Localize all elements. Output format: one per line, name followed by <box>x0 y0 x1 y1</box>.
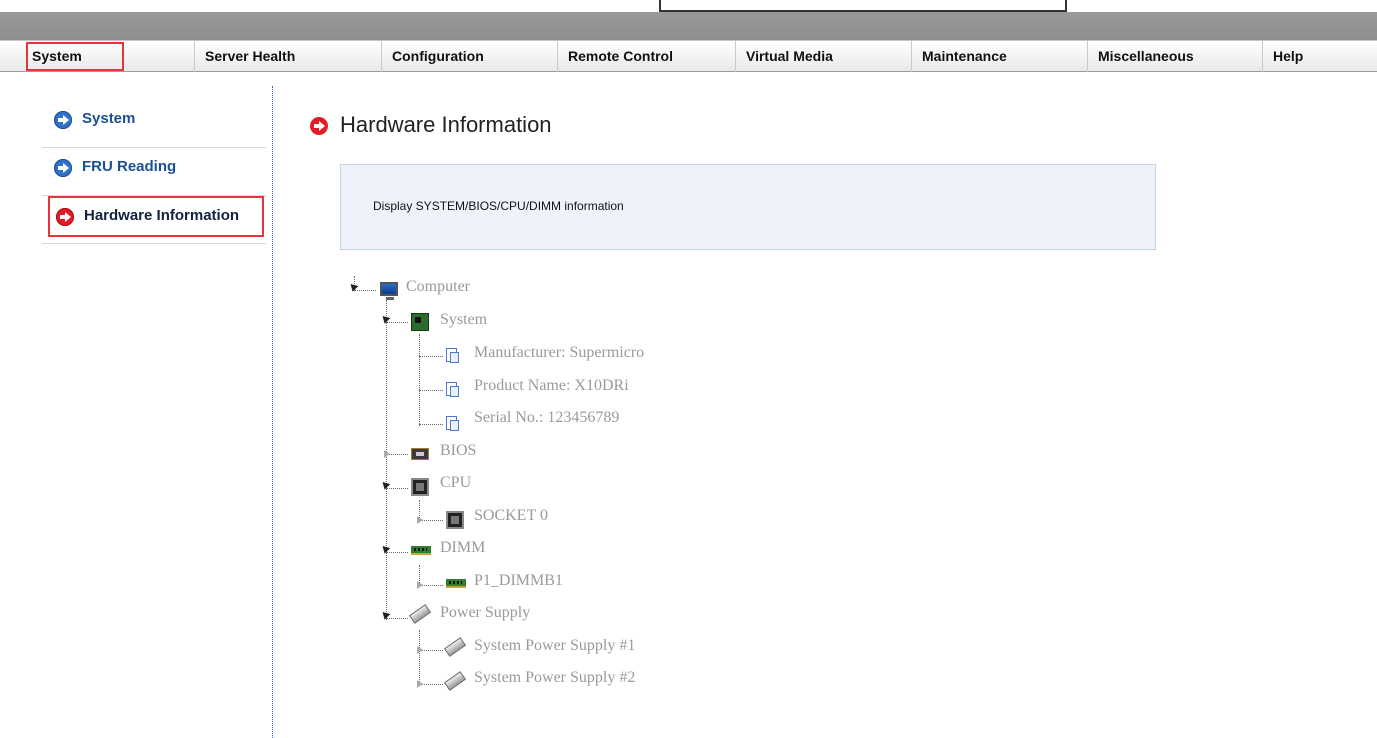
tree-node-product-name[interactable]: Product Name: X10DRi <box>474 375 629 397</box>
tree-node-p1-dimmb1[interactable]: P1_DIMMB1 <box>474 570 563 592</box>
tree-node-computer[interactable]: Computer <box>406 276 470 298</box>
tree-node-power-supply[interactable]: Power Supply <box>440 602 530 624</box>
top-banner-bracket <box>659 0 1067 12</box>
expand-toggle-icon[interactable] <box>417 646 423 654</box>
menu-server-health[interactable]: Server Health <box>194 41 374 72</box>
tree-node-cpu[interactable]: CPU <box>440 472 471 494</box>
memory-module-icon <box>446 579 466 588</box>
tree-line <box>386 618 408 619</box>
menu-maintenance[interactable]: Maintenance <box>911 41 1087 72</box>
description-text: Display SYSTEM/BIOS/CPU/DIMM information <box>373 199 624 213</box>
tree-line <box>419 390 443 391</box>
document-icon <box>446 382 459 397</box>
tree-node-serial-no[interactable]: Serial No.: 123456789 <box>474 407 619 429</box>
main-menu-bar: System Server Health Configuration Remot… <box>0 40 1377 72</box>
menu-remote-control-label: Remote Control <box>568 48 673 64</box>
menu-miscellaneous-label: Miscellaneous <box>1098 48 1194 64</box>
arrow-circle-blue-icon <box>54 111 72 129</box>
menu-configuration-label: Configuration <box>392 48 484 64</box>
sidebar-separator <box>272 86 273 738</box>
expand-toggle-icon[interactable] <box>384 450 390 458</box>
tree-node-socket-0[interactable]: SOCKET 0 <box>474 505 548 527</box>
expand-toggle-icon[interactable] <box>417 516 423 524</box>
sidebar-divider <box>42 243 266 244</box>
cpu-icon <box>446 511 464 529</box>
computer-icon <box>380 282 398 300</box>
tree-node-psu-1[interactable]: System Power Supply #1 <box>474 635 635 657</box>
tree-node-system[interactable]: System <box>440 309 487 331</box>
expand-toggle-icon[interactable] <box>417 680 423 688</box>
menu-maintenance-label: Maintenance <box>922 48 1007 64</box>
expand-toggle-icon[interactable] <box>417 581 423 589</box>
sidebar-item-fru-reading[interactable]: FRU Reading <box>42 148 266 196</box>
menu-configuration[interactable]: Configuration <box>381 41 553 72</box>
menu-remote-control[interactable]: Remote Control <box>557 41 733 72</box>
tree-node-manufacturer[interactable]: Manufacturer: Supermicro <box>474 342 644 364</box>
tree-line <box>419 630 420 684</box>
sidebar-item-label: Hardware Information <box>84 207 240 224</box>
memory-module-icon <box>411 546 431 555</box>
sidebar-item-label: FRU Reading <box>82 158 177 175</box>
power-supply-icon <box>408 604 432 624</box>
power-supply-icon <box>443 671 467 691</box>
page-title: Hardware Information <box>340 112 552 137</box>
tree-line <box>419 424 443 425</box>
menu-server-health-label: Server Health <box>205 48 296 64</box>
tree-node-psu-2[interactable]: System Power Supply #2 <box>474 667 635 689</box>
description-panel: Display SYSTEM/BIOS/CPU/DIMM information <box>340 164 1156 250</box>
menu-virtual-media-label: Virtual Media <box>746 48 833 64</box>
document-icon <box>446 348 459 363</box>
arrow-circle-blue-icon <box>54 159 72 177</box>
tree-line <box>386 300 387 620</box>
motherboard-icon <box>411 313 429 331</box>
tree-node-dimm[interactable]: DIMM <box>440 537 485 559</box>
menu-help[interactable]: Help <box>1262 41 1377 72</box>
tree-node-bios[interactable]: BIOS <box>440 440 476 462</box>
menu-system-highlight <box>26 42 124 71</box>
power-supply-icon <box>443 637 467 657</box>
sidebar-item-label: System <box>82 110 136 127</box>
tree-line <box>386 552 408 553</box>
tree-line <box>386 488 408 489</box>
document-icon <box>446 416 459 431</box>
menu-miscellaneous[interactable]: Miscellaneous <box>1087 41 1261 72</box>
menu-help-label: Help <box>1273 48 1304 64</box>
cpu-icon <box>411 478 429 496</box>
arrow-circle-red-icon <box>56 208 74 226</box>
arrow-circle-red-icon <box>310 117 328 135</box>
tree-line <box>386 322 408 323</box>
tree-line <box>419 334 420 426</box>
tree-line <box>354 290 376 291</box>
sidebar-item-system[interactable]: System <box>42 100 266 148</box>
menu-virtual-media[interactable]: Virtual Media <box>735 41 909 72</box>
tree-line <box>419 356 443 357</box>
sidebar-item-hardware-information[interactable]: Hardware Information <box>48 196 264 237</box>
bios-chip-icon <box>411 448 429 460</box>
top-banner <box>0 0 1377 40</box>
